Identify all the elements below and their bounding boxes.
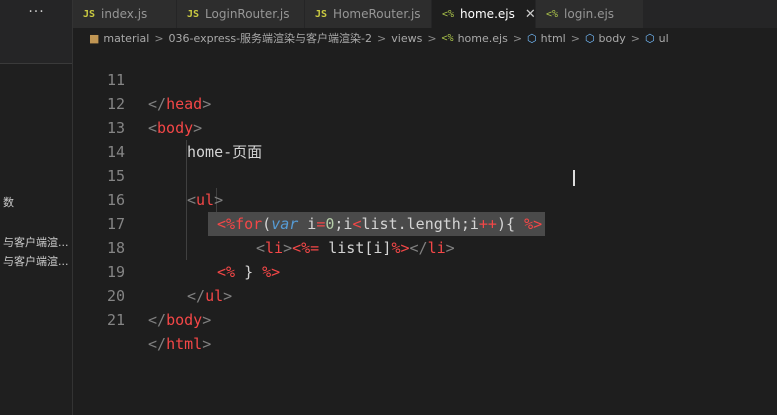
line-number: 21 [106,311,125,329]
tab-login-ejs[interactable]: <% login.ejs [536,0,644,28]
code-line-selected: 16 <%for(var i=0;i<list.length;i++){ %> [73,164,546,236]
code-line: 19 </ul> [73,236,232,305]
ejs-file-icon: <% [441,32,454,44]
breadcrumb-item[interactable]: ul [659,32,669,45]
tab-home-ejs[interactable]: <% home.ejs ✕ [432,0,536,28]
element-cube-icon: ⬡ [584,31,595,45]
ejs-file-icon: <% [546,8,559,20]
code-line: 18 <% } %> [73,212,280,281]
tab-label: LoginRouter.js [205,7,290,21]
tab-label: index.js [101,7,148,21]
chevron-right-icon: > [427,31,437,45]
tab-label: home.ejs [460,7,515,21]
chevron-right-icon: > [630,31,640,45]
code-line: 13 home-页面 [73,92,262,161]
text-selection: <%for(var i=0;i<list.length;i++){ %> [208,212,546,236]
sidebar-item[interactable]: 与客户端渲... [3,234,73,250]
chevron-right-icon: > [154,31,164,45]
code-line: 15 <ul> [73,140,223,209]
breadcrumb-item[interactable]: home.ejs [458,32,508,45]
chevron-right-icon: > [570,31,580,45]
breadcrumb-item[interactable]: material [103,32,149,45]
chevron-right-icon: > [512,31,523,45]
js-file-icon: JS [83,8,96,20]
tab-homerouter-js[interactable]: JS HomeRouter.js [305,0,432,28]
code-line: 12 <body> [73,68,202,137]
code-line: 21 </html> [73,284,211,353]
js-file-icon: JS [315,8,328,20]
close-icon[interactable]: ✕ [525,7,536,22]
explorer-panel: 数 与客户端渲... 与客户端渲... [0,63,72,415]
sidebar-item[interactable]: 数 [3,194,73,210]
element-cube-icon: ⬡ [644,31,655,45]
tab-label: login.ejs [564,7,615,21]
explorer-sidebar: ··· 数 与客户端渲... 与客户端渲... [0,0,73,415]
editor-tab-bar: JS index.js JS LoginRouter.js JS HomeRou… [73,0,777,28]
js-file-icon: JS [187,8,200,20]
code-line: 17 <li><%= list[i]%></li> [73,188,455,257]
breadcrumb-item[interactable]: views [391,32,422,45]
code-line: 20 </body> [73,260,211,329]
tab-bar-empty-space [644,0,777,28]
tab-loginrouter-js[interactable]: JS LoginRouter.js [177,0,305,28]
code-line: 14 [73,116,125,161]
ejs-file-icon: <% [442,8,455,20]
tab-label: HomeRouter.js [333,7,421,21]
sidebar-item[interactable]: 与客户端渲... [3,253,73,269]
code-editor[interactable]: 11 </head> 12 <body> 13 home-页面 14 15 <u… [73,44,777,415]
text-cursor-icon [573,170,575,186]
breadcrumb-item[interactable]: html [541,32,566,45]
folder-icon: ■ [89,31,100,45]
code-line: 11 </head> [73,44,211,113]
breadcrumb-item[interactable]: body [599,32,626,45]
more-actions-icon[interactable]: ··· [0,0,73,28]
tab-index-js[interactable]: JS index.js [73,0,177,28]
chevron-right-icon: > [377,31,387,45]
element-cube-icon: ⬡ [527,31,537,45]
